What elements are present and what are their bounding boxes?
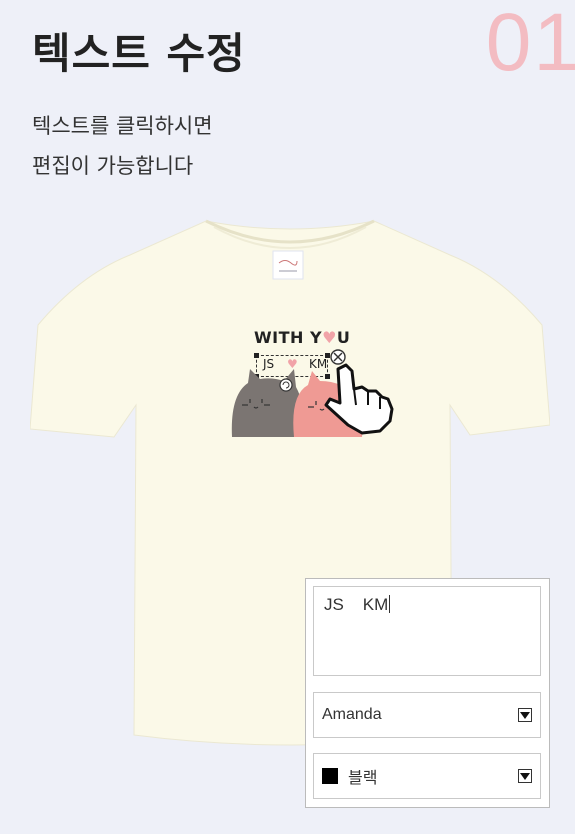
color-select[interactable]: 블랙	[313, 753, 541, 799]
text-caret	[389, 595, 391, 613]
step-number: 01	[485, 0, 575, 88]
color-select-value: 블랙	[348, 770, 378, 787]
font-select[interactable]: Amanda	[313, 692, 541, 738]
editor-panel: JS KM Amanda 블랙	[305, 578, 550, 808]
page-title: 텍스트 수정	[32, 29, 246, 78]
color-swatch	[322, 768, 338, 784]
design-area[interactable]: WITH Y♥U JS ♥ KM	[228, 325, 398, 475]
description: 텍스트를 클릭하시면 편집이 가능합니다	[32, 106, 213, 186]
font-select-value: Amanda	[322, 706, 382, 723]
description-line-1: 텍스트를 클릭하시면	[32, 114, 213, 138]
description-line-2: 편집이 가능합니다	[32, 154, 194, 178]
pointer-hand-icon	[324, 363, 394, 435]
text-input[interactable]: JS KM	[313, 586, 541, 676]
dropdown-arrow-icon[interactable]	[518, 708, 532, 722]
rotate-icon[interactable]	[279, 378, 293, 392]
dropdown-arrow-icon[interactable]	[518, 769, 532, 783]
